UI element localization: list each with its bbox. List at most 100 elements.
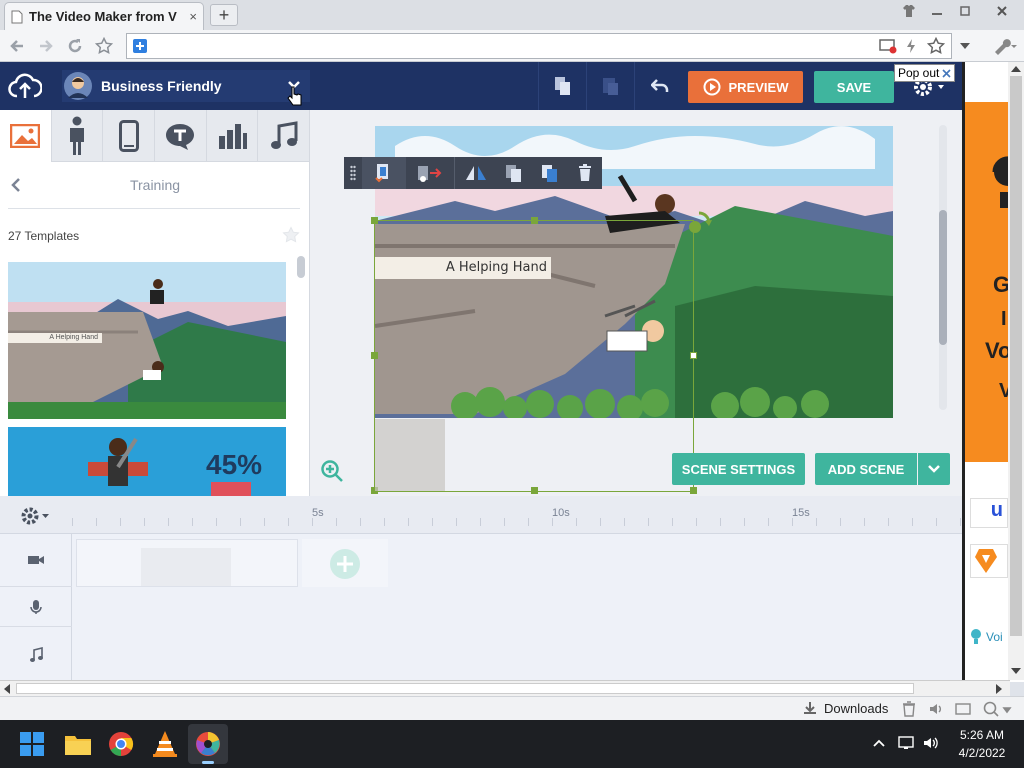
resize-handle[interactable] [531, 487, 538, 494]
scene-settings-button[interactable]: SCENE SETTINGS [672, 453, 805, 485]
browser-tab[interactable]: The Video Maker from V × [4, 2, 204, 30]
speaker-icon[interactable] [928, 701, 944, 717]
browser-nav-bar [0, 30, 1024, 62]
horizontal-scroll-thumb[interactable] [16, 683, 914, 694]
bring-forward-icon[interactable] [496, 157, 532, 189]
zoom-icon[interactable] [982, 700, 1012, 718]
scene-clip-thumbnail [141, 548, 231, 586]
panel-scrollbar-thumb[interactable] [297, 256, 305, 278]
music-note-icon [270, 121, 298, 151]
tab-music[interactable] [258, 110, 311, 162]
resize-handle[interactable] [371, 352, 378, 359]
minimize-button[interactable] [925, 2, 949, 20]
ruler-ticks [72, 518, 962, 526]
favorite-star-icon[interactable] [927, 37, 945, 55]
clock-date[interactable]: 4/2/2022 [952, 746, 1012, 760]
preview-label: PREVIEW [728, 79, 789, 95]
timeline-ruler: 5s 10s 15s [0, 496, 962, 534]
windows-start-icon[interactable] [20, 732, 44, 756]
forward-arrow-icon[interactable] [35, 35, 57, 57]
person-icon [66, 116, 88, 156]
paste-icon[interactable] [586, 62, 634, 110]
close-window-button[interactable] [990, 2, 1014, 20]
breadcrumb: Training [0, 162, 310, 209]
tab-charts[interactable] [207, 110, 259, 162]
vertical-scrollbar[interactable] [1008, 62, 1024, 680]
copy-icon[interactable] [538, 62, 586, 110]
downloads-button[interactable]: Downloads [802, 700, 888, 716]
wrench-icon[interactable] [990, 35, 1020, 57]
scroll-left-arrow-icon[interactable] [2, 683, 12, 695]
restore-button[interactable] [953, 2, 977, 20]
shirt-icon[interactable] [897, 2, 921, 20]
asset-panel: Training 27 Templates A Helping Hand 45% [0, 110, 311, 558]
scroll-right-arrow-icon[interactable] [994, 683, 1004, 695]
popup-blocked-icon[interactable] [879, 38, 897, 54]
zoom-in-icon[interactable] [320, 459, 344, 483]
window-icon[interactable] [954, 701, 972, 717]
add-scene-dropdown[interactable] [918, 453, 950, 485]
shield-icon [132, 38, 148, 54]
vlc-icon[interactable] [152, 730, 178, 758]
scroll-up-arrow-icon[interactable] [1010, 64, 1022, 74]
resize-handle[interactable] [371, 217, 378, 224]
add-scene-slot[interactable] [302, 539, 388, 587]
file-explorer-icon[interactable] [64, 732, 92, 756]
tab-props[interactable] [103, 110, 156, 162]
tab-close-button[interactable]: × [189, 9, 197, 24]
address-bar[interactable] [126, 33, 952, 59]
clock-time[interactable]: 5:26 AM [952, 728, 1012, 742]
scene-clip[interactable] [76, 539, 298, 587]
vertical-scroll-thumb[interactable] [1010, 76, 1022, 636]
theme-name: Business Friendly [101, 78, 222, 94]
cloud-upload-icon[interactable] [8, 72, 42, 100]
swap-icon[interactable] [362, 157, 406, 189]
ad-link[interactable]: Voi [970, 628, 1003, 646]
trash-icon[interactable] [902, 701, 916, 717]
resize-handle[interactable] [690, 487, 697, 494]
ad-banner[interactable]: G I Vo V [965, 102, 1012, 462]
resize-handle[interactable] [531, 217, 538, 224]
rotate-handle-icon[interactable] [685, 209, 713, 237]
trash-icon[interactable] [568, 157, 602, 189]
template-caption: A Helping Hand [8, 333, 102, 343]
bulb-icon [970, 628, 982, 646]
template-thumbnail-helping-hand[interactable]: A Helping Hand [8, 262, 286, 419]
network-icon[interactable] [898, 735, 916, 751]
plus-circle-icon[interactable] [328, 547, 362, 581]
resize-handle[interactable] [690, 352, 697, 359]
volume-icon[interactable] [922, 735, 940, 751]
back-arrow-icon[interactable] [6, 35, 28, 57]
microphone-icon [30, 599, 42, 615]
preview-button[interactable]: PREVIEW [688, 71, 803, 103]
flip-icon[interactable] [454, 157, 496, 189]
add-scene-button[interactable]: ADD SCENE [815, 453, 917, 485]
timeline-gear-icon[interactable] [20, 506, 52, 526]
popout-tooltip[interactable]: Pop out [894, 64, 956, 82]
tab-text[interactable] [155, 110, 207, 162]
active-app-button[interactable] [188, 724, 228, 764]
tab-characters[interactable] [52, 110, 104, 162]
lightning-icon[interactable] [905, 38, 917, 54]
favorite-star-icon[interactable] [282, 226, 300, 244]
chrome-icon[interactable] [108, 731, 134, 757]
new-tab-button[interactable]: + [210, 4, 238, 26]
divider [8, 208, 300, 209]
bookmark-star-icon[interactable] [93, 35, 115, 57]
scene-text-label[interactable]: A Helping Hand [375, 257, 551, 279]
tab-backgrounds[interactable] [0, 110, 52, 162]
reload-icon[interactable] [64, 35, 86, 57]
scroll-down-arrow-icon[interactable] [1010, 666, 1022, 676]
chevron-up-icon[interactable] [872, 738, 886, 748]
video-maker-app-icon [195, 731, 221, 757]
theme-selector[interactable]: Business Friendly [62, 70, 310, 106]
dropdown-arrow-icon[interactable] [954, 35, 976, 57]
save-button[interactable]: SAVE [814, 71, 894, 103]
stage-scrollbar-thumb[interactable] [939, 210, 947, 345]
horizontal-scrollbar[interactable] [0, 680, 1010, 696]
close-icon[interactable] [942, 68, 951, 78]
send-backward-icon[interactable] [532, 157, 568, 189]
drag-handle-icon[interactable] [344, 157, 362, 189]
move-icon[interactable] [406, 157, 454, 189]
undo-icon[interactable] [634, 62, 684, 110]
